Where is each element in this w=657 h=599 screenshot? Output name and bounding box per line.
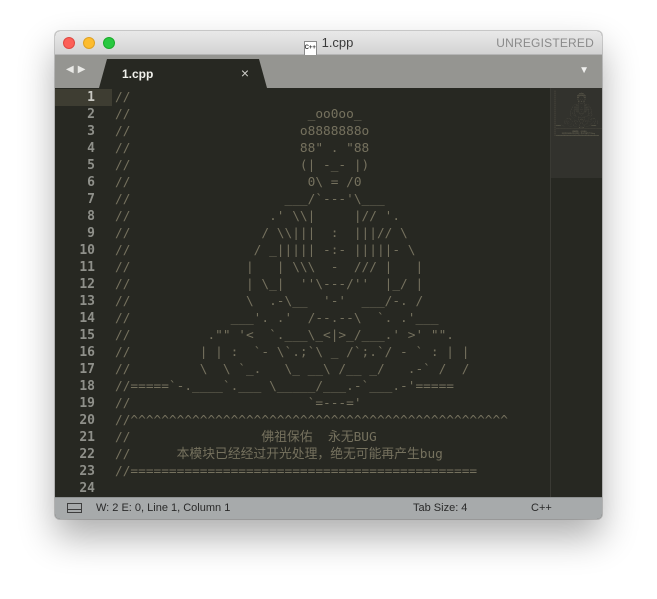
cursor-position-status: W: 2 E: 0, Line 1, Column 1 [96,502,231,514]
code-line: // \ .-\__ '-' ___/-. / [115,294,424,309]
title-bar[interactable]: C++ 1.cpp UNREGISTERED [55,31,602,56]
line-number: 5 [87,158,95,173]
code-line: // | | \\\ - /// | | [115,260,424,275]
triangle-down-icon[interactable]: ▼ [579,65,589,76]
line-number: 10 [79,243,95,258]
line-number: 15 [79,328,95,343]
window-title: 1.cpp [321,35,354,50]
minimap[interactable]: //// _oo0oo_// o8888888o// 88" . "88// (… [550,88,602,497]
line-number: 3 [87,124,95,139]
code-line: // 88" . "88 [115,141,370,156]
close-tab-icon[interactable]: × [241,65,249,81]
line-number: 18 [79,379,95,394]
line-number: 20 [79,413,95,428]
tab-label: 1.cpp [122,67,154,81]
line-number: 9 [87,226,95,241]
line-number: 13 [79,294,95,309]
code-line: // ___'. .' /--.--\ `. .'___ [115,311,439,326]
code-line: // `=---=' [115,396,362,411]
code-line: //=====`-.____`.___ \_____/___.-`___.-'=… [115,379,454,394]
line-number: 24 [79,481,95,496]
code-line: // / \\||| : |||// \ [115,226,408,241]
line-number: 21 [79,430,95,445]
tab-navigation: ◀▶ [66,64,89,75]
tab-bar: ◀▶ 1.cpp × ▼ [55,55,602,88]
code-line: // .' \\| |// '. [115,209,401,224]
line-number: 7 [87,192,95,207]
code-line: // (| -_- |) [115,158,370,173]
tab-1-cpp[interactable]: 1.cpp × [99,59,267,88]
code-line: // 本模块已经经过开光处理，绝无可能再产生bug [115,447,443,462]
syntax-selector[interactable]: C++ [531,502,552,514]
code-line: // ___/`---'\___ [115,192,385,207]
code-line: //======================================… [115,464,478,479]
code-line: // [115,90,131,105]
code-line: // 佛祖保佑 永无BUG [115,430,377,445]
code-editor[interactable]: 1 2 3 4 5 6 7 8 9 10 11 12 13 14 15 16 17 18 19 20 21 22 23 24 … [55,88,602,497]
editor-window: C++ 1.cpp UNREGISTERED ◀▶ 1.cpp × ▼ 12345… [55,31,602,519]
code-line: // 0\ = /0 [115,175,362,190]
line-number: 17 [79,362,95,377]
code-line: // ."" '< `.___\_<|>_/___.' >' "". [115,328,454,343]
code-line: // | \_| ''\---/'' |_/ | [115,277,424,292]
chevron-left-icon[interactable]: ◀ [66,64,78,75]
tab-size-selector[interactable]: Tab Size: 4 [413,502,467,514]
code-line: // \ \ `_. \_ __\ /__ _/ .-` / / [115,362,470,377]
line-number: 16 [79,345,95,360]
panel-toggle-icon[interactable] [67,503,82,513]
line-number: 12 [79,277,95,292]
cpp-file-icon: C++ [303,41,317,56]
code-line: // | | : `- \`.;`\ _ /`;.`/ - ` : | | [115,345,470,360]
line-number: 1 [87,90,95,105]
chevron-right-icon[interactable]: ▶ [78,64,90,75]
line-number: 19 [79,396,95,411]
line-number: 2 [87,107,95,122]
line-number: 11 [79,260,95,275]
unregistered-label: UNREGISTERED [496,36,594,50]
code-line: // o8888888o [115,124,370,139]
minimap-line: //======================================… [554,136,600,137]
line-number: 23 [79,464,95,479]
line-number: 14 [79,311,95,326]
line-number: 6 [87,175,95,190]
line-number-gutter: 1 2 3 4 5 6 7 8 9 10 11 12 13 14 15 16 17 18 19 20 21 22 23 24 [55,88,107,497]
code-line: // _oo0oo_ [115,107,362,122]
line-number: 22 [79,447,95,462]
line-number: 4 [87,141,95,156]
line-number: 8 [87,209,95,224]
status-bar: W: 2 E: 0, Line 1, Column 1 Tab Size: 4 … [55,497,602,519]
code-line: // / _||||| -:- |||||- \ [115,243,416,258]
code-line: //^^^^^^^^^^^^^^^^^^^^^^^^^^^^^^^^^^^^^^… [115,413,508,428]
